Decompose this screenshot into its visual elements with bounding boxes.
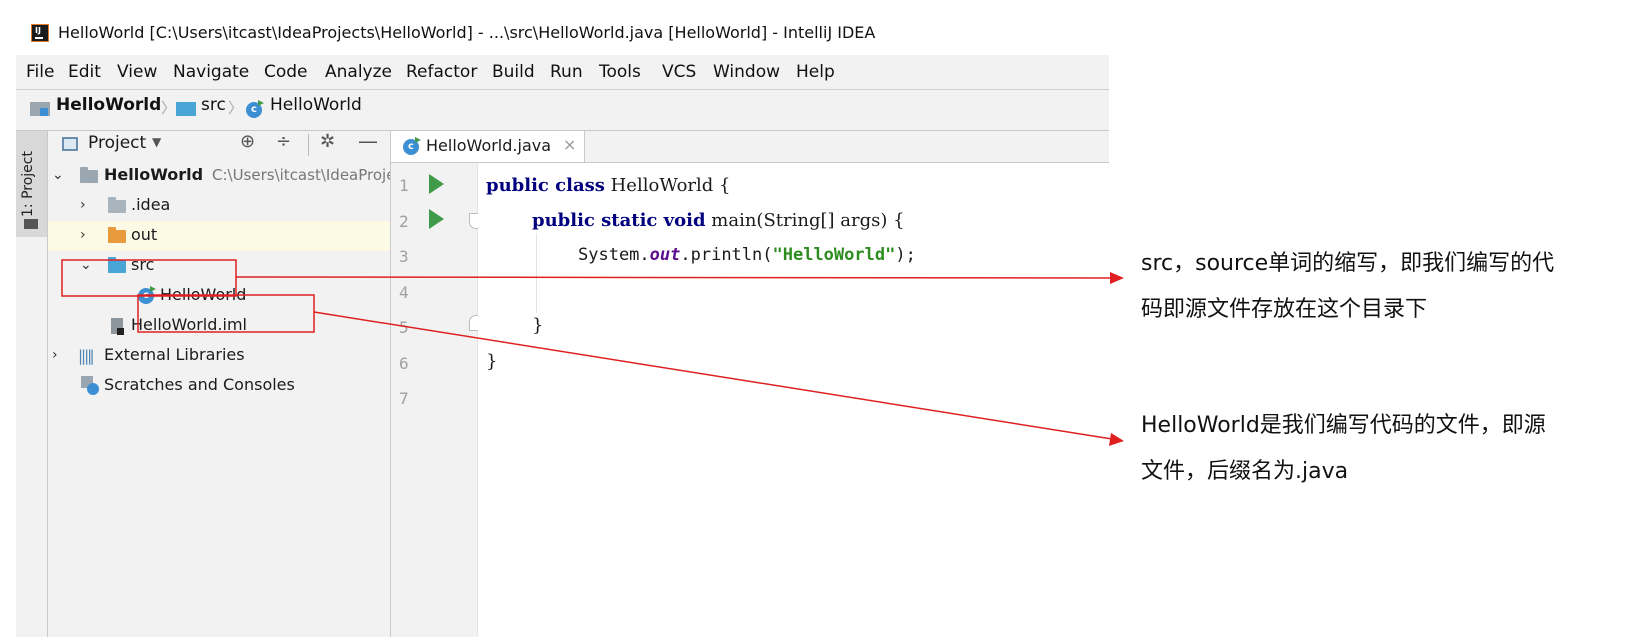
src-annotation-line-2: 码即源文件存放在这个目录下 [1141,297,1428,322]
file-arrow-line [313,311,1113,440]
file-annotation-line-1: HelloWorld是我们编写代码的文件，即源 [1141,413,1546,438]
src-arrow-head [1110,272,1124,284]
file-annotation-line-2: 文件，后缀名为.java [1141,459,1349,484]
src-annotation-line-1: src，source单词的缩写，即我们编写的代 [1141,251,1555,276]
helloworld-highlight-box [137,294,315,333]
file-arrow-head [1109,433,1124,446]
src-highlight-box [61,259,237,297]
src-arrow-line [235,276,1113,279]
